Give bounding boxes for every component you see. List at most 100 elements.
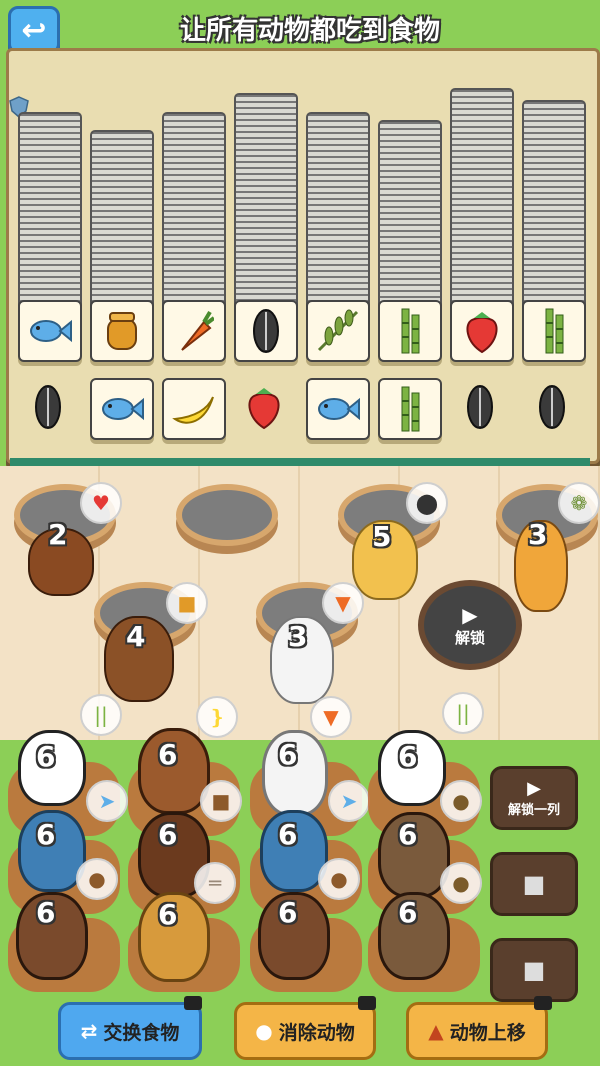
- unlock-column-label: 解锁一列: [507, 803, 560, 818]
- locked-column-button[interactable]: ■: [490, 938, 578, 1002]
- animal-count: 6: [158, 738, 178, 771]
- food-tile-strawberry[interactable]: [450, 300, 514, 362]
- shuffle-icon: ⇄: [80, 1019, 98, 1043]
- want-bubble: ❁: [558, 482, 600, 524]
- tile-stack[interactable]: [18, 112, 82, 311]
- lock-icon: ■: [522, 870, 546, 898]
- bamboo-icon: [401, 308, 420, 354]
- animal-count: 6: [36, 896, 56, 929]
- food-tile-honey[interactable]: [90, 300, 154, 362]
- honey-jar-icon: [107, 312, 137, 350]
- strawberry-icon: [248, 388, 280, 430]
- ad-video-icon: [358, 996, 376, 1010]
- animal-count: 6: [398, 896, 418, 929]
- remove-animal-button[interactable]: ● 消除动物: [234, 1002, 376, 1060]
- seed-icon: ●: [452, 789, 470, 813]
- carrot-icon: ▼: [323, 705, 339, 729]
- want-bubble: ||: [80, 694, 122, 736]
- sunflower-seed-icon: ⬤: [415, 491, 439, 515]
- food-tile-fish[interactable]: [18, 300, 82, 362]
- animal-count: 6: [158, 898, 178, 931]
- ad-video-icon: [184, 996, 202, 1010]
- food-tile-fish[interactable]: [90, 378, 154, 440]
- locked-column-button[interactable]: ■: [490, 852, 578, 916]
- food-tile-banana[interactable]: [162, 378, 226, 440]
- animal-count: 6: [398, 740, 418, 773]
- honey-jar-icon: ■: [177, 591, 197, 615]
- food-tile-bamboo[interactable]: [378, 378, 442, 440]
- back-arrow-icon: ↩: [21, 12, 47, 48]
- fish-icon: ➤: [98, 789, 116, 813]
- animal-count: 6: [158, 818, 178, 851]
- food-tile-bamboo[interactable]: [522, 300, 586, 362]
- animal-count: 3: [288, 620, 308, 653]
- tile-stack[interactable]: [450, 88, 514, 311]
- want-bubble: ■: [166, 582, 208, 624]
- food-tile-sunflower-seed[interactable]: [234, 300, 298, 362]
- food-tile-fish[interactable]: [306, 378, 370, 440]
- unlock-column-button[interactable]: ▶ 解锁一列: [490, 766, 578, 830]
- want-bubble: ▼: [322, 582, 364, 624]
- unlock-table-button[interactable]: ▶ 解锁: [418, 580, 522, 670]
- fish-icon: ➤: [340, 789, 358, 813]
- ad-video-icon: [534, 996, 552, 1010]
- loose-food-strawberry[interactable]: [234, 378, 294, 436]
- want-bubble: ▼: [310, 696, 352, 738]
- tile-stack[interactable]: [162, 112, 226, 311]
- want-bubble: ■: [200, 780, 242, 822]
- tile-stack[interactable]: [234, 93, 298, 311]
- bamboo-icon: ||: [456, 701, 470, 725]
- fish-icon: [318, 397, 360, 421]
- lightbulb-icon: ●: [255, 1019, 273, 1043]
- bamboo-icon: [545, 308, 564, 354]
- tile-stack[interactable]: [90, 130, 154, 311]
- animal-count: 6: [278, 738, 298, 771]
- animal-count: 3: [528, 518, 548, 551]
- move-animal-up-label: 动物上移: [449, 1021, 526, 1044]
- animal-count: 6: [36, 818, 56, 851]
- want-bubble: ●: [76, 858, 118, 900]
- loose-food-sunflower-seed[interactable]: [18, 378, 78, 436]
- want-bubble: ═: [194, 862, 236, 904]
- food-tile-bamboo[interactable]: [378, 300, 442, 362]
- back-button[interactable]: ↩: [8, 6, 60, 54]
- bamboo-icon: [401, 386, 420, 432]
- want-bubble: ➤: [86, 780, 128, 822]
- video-camera-icon: ▶: [527, 778, 541, 799]
- food-tile-leaf-branch[interactable]: [306, 300, 370, 362]
- want-bubble: ●: [318, 858, 360, 900]
- carrot-icon: [181, 310, 214, 351]
- page-title: 让所有动物都吃到食物: [179, 16, 440, 46]
- want-bubble: ●: [440, 862, 482, 904]
- sunflower-seed-icon: [253, 309, 279, 353]
- want-bubble: ●: [440, 780, 482, 822]
- want-bubble: ||: [442, 692, 484, 734]
- fish-icon: [30, 319, 72, 343]
- food-tile-carrot[interactable]: [162, 300, 226, 362]
- strawberry-icon: ♥: [92, 491, 110, 515]
- tile-stack[interactable]: [522, 100, 586, 311]
- banana-icon: ❵: [208, 705, 226, 729]
- tile-stack[interactable]: [306, 112, 370, 311]
- remove-animal-label: 消除动物: [278, 1021, 355, 1044]
- bamboo-icon: ||: [94, 703, 108, 727]
- want-bubble: ⬤: [406, 482, 448, 524]
- tile-stack[interactable]: [378, 120, 442, 311]
- bone-icon: ═: [208, 871, 222, 895]
- loose-food-sunflower-seed[interactable]: [522, 378, 582, 436]
- sunflower-seed-icon: [467, 385, 493, 429]
- banana-icon: [172, 396, 214, 424]
- dining-table[interactable]: [176, 484, 278, 546]
- move-animal-up-button[interactable]: ▲ 动物上移: [406, 1002, 548, 1060]
- sunflower-seed-icon: [539, 385, 565, 429]
- leaf-branch-icon: ❁: [570, 491, 588, 515]
- lock-icon: ■: [522, 956, 546, 984]
- swap-food-button[interactable]: ⇄ 交换食物: [58, 1002, 202, 1060]
- board-rail: [10, 458, 590, 466]
- loose-food-sunflower-seed[interactable]: [450, 378, 510, 436]
- fish-icon: [102, 397, 144, 421]
- acorn-icon: ●: [330, 867, 348, 891]
- animal-count: 4: [126, 620, 146, 653]
- carrot-icon: ▼: [335, 591, 351, 615]
- animal-count: 6: [398, 818, 418, 851]
